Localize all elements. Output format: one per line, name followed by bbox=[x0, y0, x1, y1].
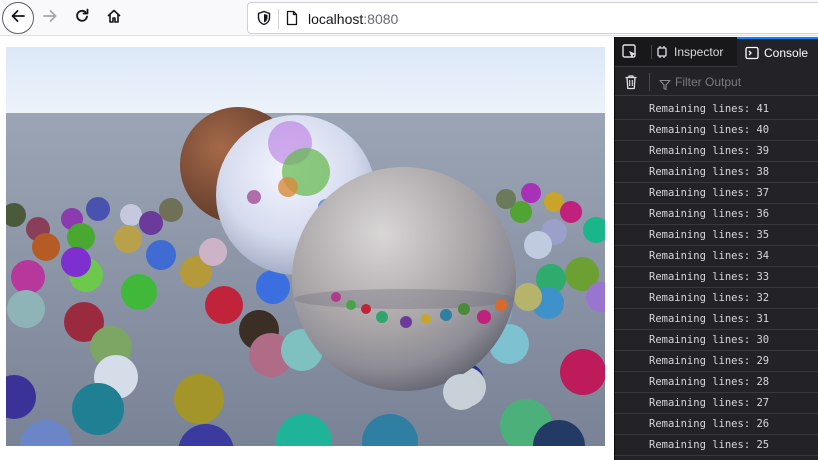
filter-separator bbox=[649, 73, 650, 91]
tab-console-label: Console bbox=[764, 46, 809, 60]
console-log-row: Remaining lines: 38 bbox=[615, 162, 818, 183]
console-log-row: Remaining lines: 35 bbox=[615, 225, 818, 246]
url-text[interactable]: localhost:8080 bbox=[308, 10, 398, 28]
devtools-tab-bar: Inspector Console bbox=[615, 37, 818, 67]
url-port: :8080 bbox=[363, 11, 399, 27]
back-icon bbox=[10, 8, 26, 28]
tab-separator bbox=[651, 45, 652, 59]
inspector-icon bbox=[655, 45, 669, 59]
console-log-row: Remaining lines: 29 bbox=[615, 351, 818, 372]
console-log-row: Remaining lines: 33 bbox=[615, 267, 818, 288]
console-log-row: Remaining lines: 40 bbox=[615, 120, 818, 141]
trash-icon[interactable] bbox=[624, 74, 638, 94]
console-log-row: Remaining lines: 37 bbox=[615, 183, 818, 204]
console-log-row: Remaining lines: 31 bbox=[615, 309, 818, 330]
console-log-row: Remaining lines: 34 bbox=[615, 246, 818, 267]
devtools-panel: Inspector Console Filter Output Remainin… bbox=[614, 37, 818, 460]
forward-button[interactable] bbox=[34, 2, 66, 34]
console-log-row: Remaining lines: 41 bbox=[615, 99, 818, 120]
reload-button[interactable] bbox=[66, 2, 98, 34]
console-log-row: Remaining lines: 32 bbox=[615, 288, 818, 309]
tab-inspector[interactable]: Inspector bbox=[655, 37, 723, 67]
url-bar[interactable]: localhost:8080 bbox=[247, 2, 818, 34]
console-log-row: Remaining lines: 25 bbox=[615, 435, 818, 456]
console-log-row: Remaining lines: 26 bbox=[615, 414, 818, 435]
page-icon[interactable] bbox=[284, 10, 300, 30]
console-output: Remaining lines: 41 Remaining lines: 40 Re… bbox=[615, 99, 818, 456]
shield-icon[interactable] bbox=[256, 10, 272, 30]
console-icon bbox=[745, 46, 759, 60]
console-filter-bar: Filter Output bbox=[615, 68, 818, 96]
console-log-row: Remaining lines: 27 bbox=[615, 393, 818, 414]
page-viewport bbox=[0, 37, 614, 460]
back-button[interactable] bbox=[2, 2, 34, 34]
console-log-row: Remaining lines: 30 bbox=[615, 330, 818, 351]
filter-icon bbox=[659, 76, 671, 95]
forward-icon bbox=[42, 8, 58, 28]
console-log-row: Remaining lines: 36 bbox=[615, 204, 818, 225]
reload-icon bbox=[74, 8, 90, 28]
console-log-row: Remaining lines: 28 bbox=[615, 372, 818, 393]
tab-inspector-label: Inspector bbox=[674, 45, 724, 59]
element-picker-icon[interactable] bbox=[621, 43, 639, 65]
tab-console[interactable]: Console bbox=[737, 37, 818, 67]
url-host: localhost bbox=[308, 11, 364, 27]
home-icon bbox=[106, 8, 122, 28]
filter-output-input[interactable]: Filter Output bbox=[675, 75, 741, 89]
console-log-row: Remaining lines: 39 bbox=[615, 141, 818, 162]
home-button[interactable] bbox=[98, 2, 130, 34]
browser-toolbar: localhost:8080 bbox=[0, 0, 818, 36]
raytrace-render-image bbox=[6, 47, 605, 446]
url-divider bbox=[278, 9, 279, 29]
